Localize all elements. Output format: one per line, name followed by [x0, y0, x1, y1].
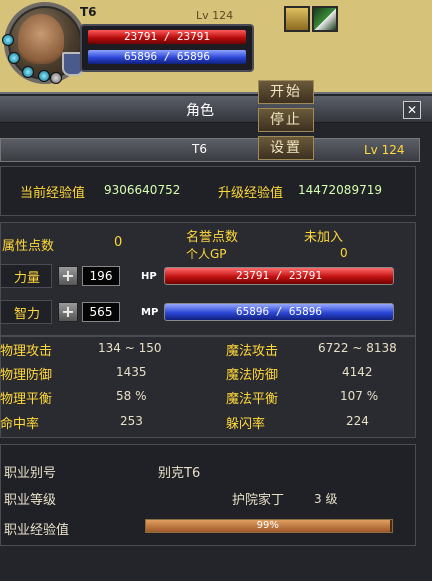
buff-orb-icon[interactable] [38, 70, 50, 82]
physical-balance-label: 物理平衡 [0, 392, 53, 407]
character-name: T6 [192, 142, 207, 156]
buff-orb-icon[interactable] [8, 52, 20, 64]
next-exp-value: 14472089719 [298, 183, 382, 197]
attribute-points-label: 属性点数 [2, 239, 55, 254]
character-face [18, 14, 64, 64]
physical-defense-value: 1435 [116, 365, 147, 379]
magic-balance-label: 魔法平衡 [226, 392, 279, 407]
character-level: Lv 124 [364, 143, 405, 157]
hud-mp-bar: 65896 / 65896 [88, 50, 246, 64]
honor-points-label: 名誉点数 [186, 230, 239, 245]
mp-tag: MP [141, 307, 159, 318]
magic-balance-value: 107 % [340, 389, 379, 403]
close-button[interactable]: ✕ [403, 101, 421, 119]
physical-attack-value: 134 ~ 150 [98, 341, 162, 355]
physical-attack-label: 物理攻击 [0, 344, 53, 359]
job-exp-fill: 99% [146, 520, 390, 532]
job-rank-value: 护院家丁 [232, 493, 285, 508]
character-name-bar [0, 138, 420, 162]
intellect-value: 565 [82, 302, 120, 322]
sword-icon[interactable] [312, 6, 338, 32]
job-exp-label: 职业经验值 [4, 523, 70, 538]
strength-value: 196 [82, 266, 120, 286]
window-title: 角色 [186, 103, 214, 119]
mp-bar: 65896 / 65896 [164, 303, 394, 321]
hit-rate-value: 253 [120, 414, 143, 428]
add-strength-button[interactable]: + [58, 266, 78, 286]
hp-tag: HP [141, 271, 157, 282]
current-exp-label: 当前经验值 [20, 186, 86, 201]
job-level-value: 3 级 [314, 492, 338, 506]
honor-points-value: 未加入 [304, 230, 344, 245]
house-icon[interactable] [284, 6, 310, 32]
hud-level: Lv 124 [196, 9, 234, 22]
job-alias-value: 别克T6 [158, 466, 201, 481]
dodge-rate-value: 224 [346, 414, 369, 428]
start-button[interactable]: 开始 [258, 80, 314, 104]
magic-attack-value: 6722 ~ 8138 [318, 341, 397, 355]
physical-defense-label: 物理防御 [0, 368, 53, 383]
intellect-label: 智力 [14, 307, 41, 322]
hit-rate-label: 命中率 [0, 417, 40, 432]
hud-bars-frame: 23791 / 23791 65896 / 65896 [80, 24, 254, 72]
menu-orb-icon[interactable] [50, 72, 62, 84]
current-exp-value: 9306640752 [104, 183, 181, 197]
settings-button[interactable]: 设置 [258, 136, 314, 160]
attribute-points-value: 0 [114, 235, 123, 250]
add-intellect-button[interactable]: + [58, 302, 78, 322]
hud-hp-bar: 23791 / 23791 [88, 30, 246, 44]
dodge-rate-label: 躲闪率 [226, 417, 266, 432]
magic-attack-label: 魔法攻击 [226, 344, 279, 359]
next-exp-label: 升级经验值 [218, 186, 284, 201]
magic-defense-label: 魔法防御 [226, 368, 279, 383]
job-alias-label: 职业别号 [4, 466, 57, 481]
personal-gp-label: 个人GP [186, 247, 227, 261]
hp-bar: 23791 / 23791 [164, 267, 394, 285]
magic-defense-value: 4142 [342, 365, 373, 379]
stop-button[interactable]: 停止 [258, 108, 314, 132]
physical-balance-value: 58 % [116, 389, 147, 403]
job-level-label: 职业等级 [4, 493, 57, 508]
buff-orb-icon[interactable] [22, 66, 34, 78]
hud-character-name: T6 [80, 5, 97, 19]
personal-gp-value: 0 [340, 246, 348, 260]
strength-label: 力量 [14, 271, 41, 286]
buff-orb-icon[interactable] [2, 34, 14, 46]
job-exp-bar: 99% [145, 519, 393, 533]
